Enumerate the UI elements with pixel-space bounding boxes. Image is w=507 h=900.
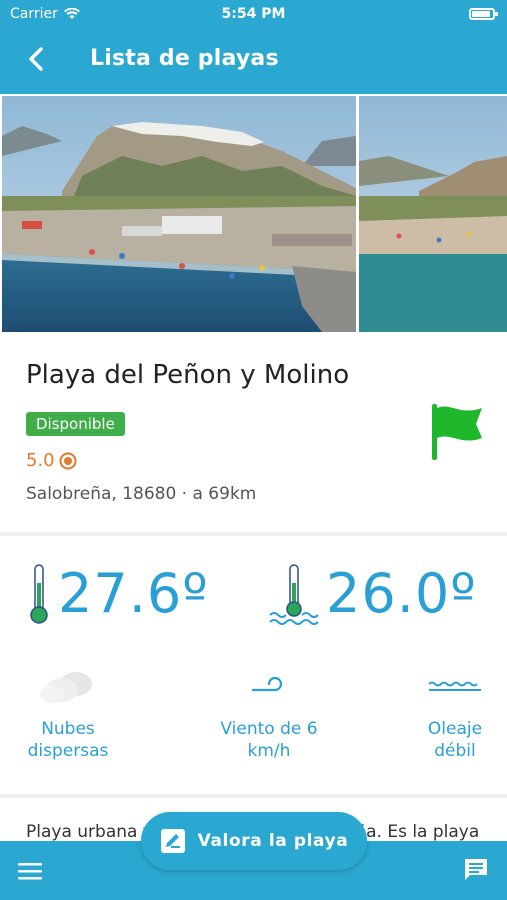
divider — [0, 794, 507, 798]
rating-value: 5.0 — [26, 450, 55, 471]
photo-gallery[interactable] — [0, 94, 507, 334]
menu-button[interactable] — [18, 861, 42, 885]
weather-panel: 27.6º 26.0º Nubes dispersas Viento de 6 … — [0, 538, 507, 794]
rate-beach-label: Valora la playa — [197, 831, 349, 851]
battery-icon — [469, 8, 498, 20]
air-temp-value: 27.6º — [58, 562, 209, 625]
condition-wind: Viento de 6 km/h — [206, 666, 332, 762]
beach-location: Salobreña, 18680 · a 69km — [26, 484, 257, 504]
condition-waves: Oleaje débil — [410, 666, 500, 762]
chevron-left-icon — [29, 47, 43, 71]
beach-info: Playa del Peñon y Molino Disponible 5.0 … — [0, 334, 507, 532]
chat-button[interactable] — [463, 857, 489, 887]
beach-name: Playa del Peñon y Molino — [26, 360, 350, 390]
rate-beach-button[interactable]: Valora la playa — [141, 812, 367, 870]
app-header: Carrier 5:54 PM Lista de playas — [0, 0, 507, 94]
status-bar: Carrier 5:54 PM — [0, 0, 507, 28]
wind-icon — [251, 676, 283, 692]
rating-icon — [59, 452, 77, 469]
waves-icon — [428, 681, 481, 691]
page-title: Lista de playas — [90, 46, 279, 71]
clouds-icon — [40, 672, 92, 703]
rate-edit-icon — [160, 829, 185, 853]
rating: 5.0 — [26, 450, 77, 471]
air-temperature: 27.6º — [26, 562, 209, 625]
chat-icon — [465, 859, 487, 880]
water-temperature: 26.0º — [268, 562, 477, 625]
beach-photo[interactable] — [2, 96, 356, 332]
clouds-label: Nubes dispersas — [27, 719, 109, 761]
water-thermometer-icon — [269, 563, 319, 625]
water-temp-value: 26.0º — [326, 562, 477, 625]
wind-label: Viento de 6 km/h — [220, 719, 318, 761]
back-button[interactable] — [22, 44, 52, 74]
nav-bar: Lista de playas — [0, 38, 507, 82]
thermometer-icon — [30, 563, 48, 624]
condition-clouds: Nubes dispersas — [18, 666, 118, 762]
flag-icon — [432, 404, 482, 460]
status-time: 5:54 PM — [221, 6, 286, 22]
status-badge: Disponible — [26, 412, 125, 436]
waves-label: Oleaje débil — [427, 719, 483, 761]
beach-photo[interactable] — [359, 96, 507, 332]
divider — [0, 532, 507, 536]
hamburger-menu-icon — [18, 863, 42, 880]
